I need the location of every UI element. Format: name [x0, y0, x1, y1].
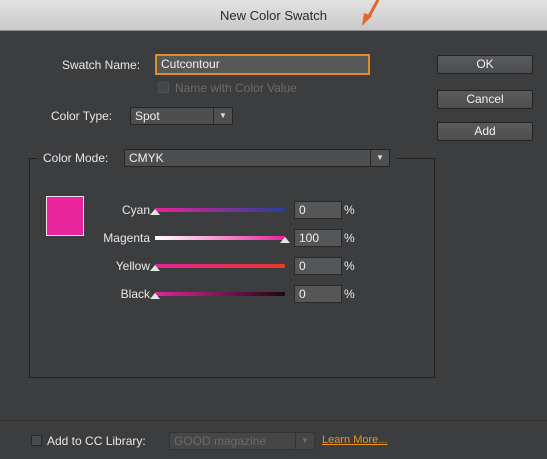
value-input-black[interactable]: 0	[294, 285, 342, 303]
slider-handle-magenta[interactable]	[280, 237, 290, 243]
chevron-down-icon: ▼	[213, 108, 232, 124]
cc-library-value: GOOD magazine	[174, 434, 267, 448]
color-mode-value: CMYK	[129, 151, 164, 165]
cancel-button[interactable]: Cancel	[437, 90, 533, 109]
window-title: New Color Swatch	[220, 8, 327, 23]
chevron-down-icon: ▼	[370, 150, 389, 166]
add-button[interactable]: Add	[437, 122, 533, 141]
value-input-magenta[interactable]: 100	[294, 229, 342, 247]
name-with-color-value-label: Name with Color Value	[175, 81, 297, 95]
percent-unit: %	[344, 287, 355, 301]
value-input-cyan[interactable]: 0	[294, 201, 342, 219]
slider-handle-cyan[interactable]	[150, 209, 160, 215]
color-mode-label: Color Mode:	[43, 151, 109, 165]
slider-yellow[interactable]	[155, 264, 285, 268]
percent-unit: %	[344, 203, 355, 217]
value-input-yellow[interactable]: 0	[294, 257, 342, 275]
chevron-down-icon: ▼	[295, 433, 314, 449]
color-mode-group	[29, 158, 435, 378]
title-bar: New Color Swatch	[0, 0, 547, 31]
divider	[0, 420, 547, 421]
percent-unit: %	[344, 231, 355, 245]
color-type-dropdown[interactable]: Spot ▼	[130, 107, 233, 125]
pointer-arrow-icon	[362, 0, 380, 26]
name-with-color-value-checkbox[interactable]	[158, 82, 169, 93]
slider-handle-black[interactable]	[150, 293, 160, 299]
slider-black[interactable]	[155, 292, 285, 296]
color-type-label: Color Type:	[51, 109, 113, 123]
learn-more-link[interactable]: Learn More...	[322, 434, 387, 446]
swatch-name-label: Swatch Name:	[62, 58, 141, 72]
add-to-cc-library-checkbox[interactable]	[31, 435, 42, 446]
component-label-cyan: Cyan	[121, 203, 150, 217]
color-mode-dropdown[interactable]: CMYK ▼	[124, 149, 390, 167]
color-type-value: Spot	[135, 109, 160, 123]
cc-library-dropdown[interactable]: GOOD magazine ▼	[169, 432, 315, 450]
component-label-magenta: Magenta	[103, 231, 150, 245]
slider-magenta[interactable]	[155, 236, 285, 240]
add-to-cc-library-label: Add to CC Library:	[47, 434, 146, 448]
percent-unit: %	[344, 259, 355, 273]
component-label-black: Black	[120, 287, 150, 301]
color-preview-swatch	[46, 196, 84, 236]
ok-button[interactable]: OK	[437, 55, 533, 74]
swatch-name-input[interactable]: Cutcontour	[156, 55, 369, 74]
slider-cyan[interactable]	[155, 208, 285, 212]
component-label-yellow: Yellow	[115, 259, 150, 273]
slider-handle-yellow[interactable]	[150, 265, 160, 271]
